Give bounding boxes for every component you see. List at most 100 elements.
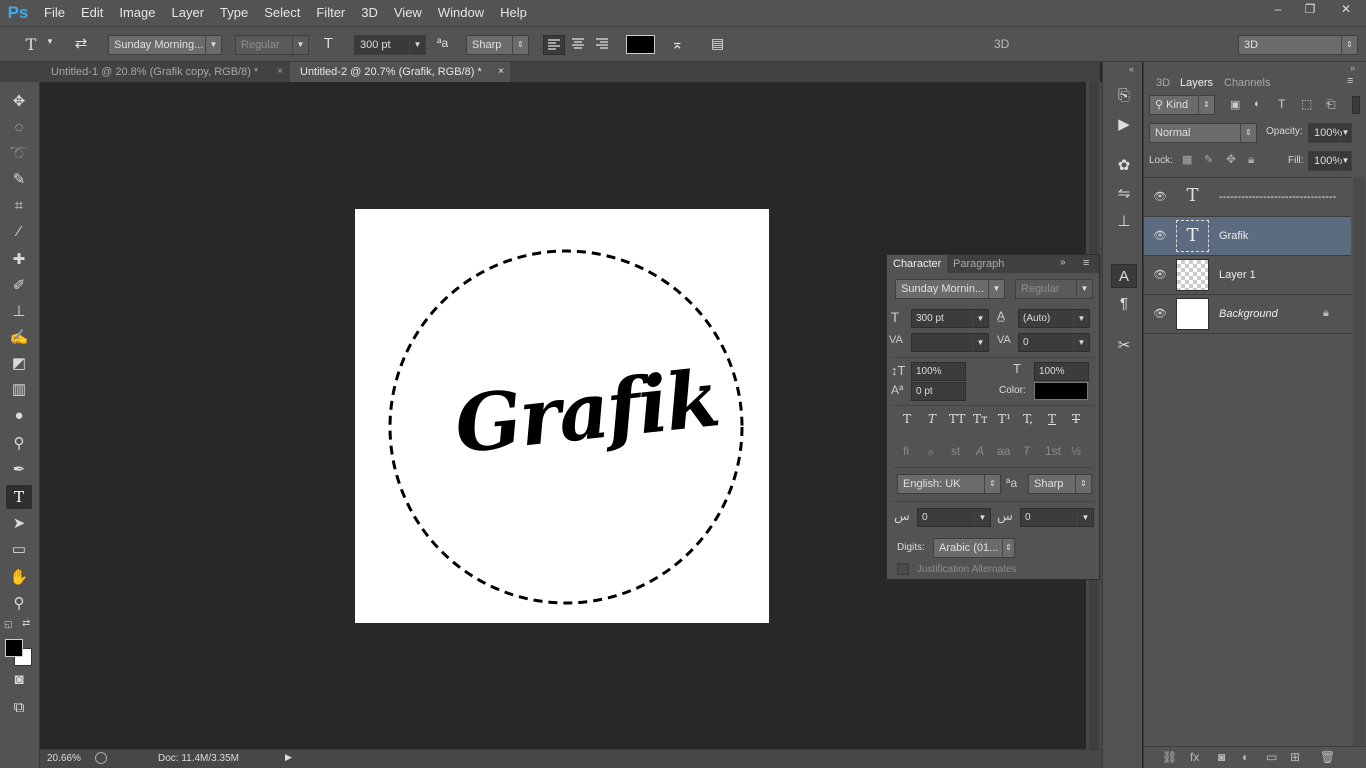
menu-help[interactable]: Help — [492, 0, 535, 26]
restore-button[interactable]: ❐ — [1294, 0, 1326, 18]
panel-collapse-icon[interactable]: » — [1060, 257, 1066, 268]
filter-adjustment-icon[interactable]: ◐ — [1254, 98, 1261, 110]
font-style-select[interactable]: Regular ▼ — [235, 35, 309, 55]
pen-tool-icon[interactable]: ✒ — [6, 458, 32, 482]
close-button[interactable]: ✕ — [1326, 0, 1366, 18]
vertical-scale-field[interactable]: 100% — [911, 362, 966, 381]
panel-collapse-icon[interactable]: » — [1350, 63, 1355, 73]
menu-edit[interactable]: Edit — [73, 0, 111, 26]
ligatures-button[interactable]: fi — [903, 444, 909, 458]
lock-position-icon[interactable]: ✥ — [1226, 152, 1236, 166]
tab-untitled-2[interactable]: Untitled-2 @ 20.7% (Grafik, RGB/8) * × — [290, 62, 510, 82]
superscript-button[interactable]: T¹ — [998, 412, 1011, 426]
tab-character[interactable]: Character — [887, 255, 948, 273]
tab-channels[interactable]: Channels — [1218, 74, 1276, 92]
clone-source-icon[interactable]: ⊥ — [1111, 210, 1137, 234]
menu-select[interactable]: Select — [256, 0, 308, 26]
tool-presets-icon[interactable]: ✂ — [1111, 334, 1137, 358]
screen-mode-icon[interactable]: ⧉ — [6, 696, 32, 720]
filter-pixel-icon[interactable]: ▣ — [1230, 98, 1240, 111]
path-selection-tool-icon[interactable]: ➤ — [6, 512, 32, 536]
titling-alternates-button[interactable]: T — [1023, 444, 1030, 458]
delete-layer-icon[interactable]: 🗑︎ — [1320, 750, 1335, 764]
tab-paragraph[interactable]: Paragraph — [947, 255, 1010, 273]
faux-italic-button[interactable]: T — [928, 412, 936, 426]
menu-filter[interactable]: Filter — [308, 0, 353, 26]
crop-tool-icon[interactable]: ⌗ — [6, 194, 32, 218]
status-info-icon[interactable] — [95, 752, 107, 764]
stylistic-alternates-button[interactable]: aa — [997, 444, 1010, 458]
brush-panel-icon[interactable]: ✿ — [1111, 154, 1137, 178]
char-color-swatch[interactable] — [1034, 382, 1088, 400]
opacity-field[interactable]: 100% ▼ — [1308, 123, 1352, 143]
layer-filter-kind-select[interactable]: ⚲ Kind ⇕ — [1149, 95, 1215, 115]
lock-all-icon[interactable]: 🔒︎ — [1248, 152, 1254, 167]
language-select[interactable]: English: UK ⇕ — [897, 474, 1001, 494]
menu-type[interactable]: Type — [212, 0, 256, 26]
layer-row[interactable]: 👁︎ Background 🔒︎ — [1144, 295, 1351, 334]
layer-row[interactable]: 👁︎ T -------------------------------- — [1144, 178, 1351, 217]
menu-file[interactable]: File — [36, 0, 73, 26]
lock-pixels-icon[interactable]: ✎ — [1204, 153, 1213, 166]
fill-field[interactable]: 100% ▼ — [1308, 151, 1352, 171]
all-caps-button[interactable]: TT — [949, 412, 965, 426]
healing-brush-tool-icon[interactable]: ✚ — [6, 248, 32, 272]
warp-text-icon[interactable]: ⌅ — [671, 35, 684, 53]
leading-field[interactable]: (Auto) ▼ — [1018, 309, 1090, 328]
align-left-button[interactable] — [543, 35, 565, 55]
new-layer-icon[interactable]: ⊞ — [1290, 750, 1300, 764]
swap-colors-icon[interactable]: ⇄ — [22, 618, 30, 629]
faux-bold-button[interactable]: T — [903, 412, 911, 426]
eye-icon[interactable]: 👁︎ — [1153, 190, 1167, 203]
small-caps-button[interactable]: Tт — [973, 412, 988, 426]
menu-layer[interactable]: Layer — [164, 0, 213, 26]
font-family-select[interactable]: Sunday Morning... ▼ — [108, 35, 222, 55]
character-panel-icon[interactable]: A — [1111, 264, 1137, 288]
rectangle-tool-icon[interactable]: ▭ — [6, 538, 32, 562]
eye-icon[interactable]: 👁︎ — [1153, 229, 1167, 242]
zoom-level[interactable]: 20.66% — [47, 753, 81, 764]
blend-mode-select[interactable]: Normal ⇕ — [1149, 123, 1257, 143]
zoom-tool-icon[interactable]: ⚲ — [6, 592, 32, 616]
justification-alternates-checkbox[interactable] — [897, 563, 909, 575]
add-mask-icon[interactable]: ◙ — [1218, 750, 1225, 764]
close-icon[interactable]: × — [498, 62, 504, 82]
paragraph-panel-icon[interactable]: ¶ — [1111, 292, 1137, 316]
eye-icon[interactable]: 👁︎ — [1153, 307, 1167, 320]
workspace-select[interactable]: 3D ⇕ — [1238, 35, 1358, 55]
menu-view[interactable]: View — [386, 0, 430, 26]
horizontal-scale-field[interactable]: 100% — [1034, 362, 1089, 381]
layers-scrollbar[interactable] — [1353, 177, 1365, 747]
eye-icon[interactable]: 👁︎ — [1153, 268, 1167, 281]
subscript-button[interactable]: T, — [1023, 412, 1033, 426]
actions-panel-icon[interactable]: ▶ — [1111, 113, 1137, 137]
character-panel-toggle-icon[interactable]: ▤ — [711, 35, 724, 52]
filter-type-icon[interactable]: T — [1278, 97, 1285, 111]
menu-image[interactable]: Image — [111, 0, 163, 26]
fractions-button[interactable]: ½ — [1071, 444, 1081, 458]
strikethrough-button[interactable]: T — [1072, 412, 1080, 426]
quick-mask-icon[interactable]: ◙ — [6, 668, 32, 692]
blur-tool-icon[interactable]: ● — [6, 404, 32, 428]
eraser-tool-icon[interactable]: ◩ — [6, 352, 32, 376]
arabic-b-field[interactable]: 0 ▼ — [1020, 508, 1094, 527]
foreground-color-swatch[interactable] — [5, 639, 23, 657]
text-color-swatch[interactable] — [626, 35, 655, 54]
char-font-size-field[interactable]: 300 pt ▼ — [911, 309, 989, 328]
brush-tool-icon[interactable]: ✐ — [6, 274, 32, 298]
align-center-button[interactable] — [568, 35, 590, 55]
digits-select[interactable]: Arabic (01... ⇕ — [933, 538, 1015, 558]
close-icon[interactable]: × — [277, 62, 283, 82]
lasso-tool-icon[interactable]: ➰ — [6, 142, 32, 166]
eyedropper-tool-icon[interactable]: ⁄ — [6, 220, 32, 244]
char-antialias-select[interactable]: Sharp ⇕ — [1028, 474, 1092, 494]
tab-3d[interactable]: 3D — [1150, 74, 1176, 92]
lock-transparency-icon[interactable]: ▦ — [1182, 153, 1192, 166]
quick-select-tool-icon[interactable]: ✎ — [6, 168, 32, 192]
char-font-style-select[interactable]: Regular ▼ — [1015, 279, 1093, 299]
layer-style-icon[interactable]: fx — [1190, 750, 1199, 764]
default-colors-icon[interactable]: ◱ — [4, 619, 13, 630]
document-canvas[interactable]: Grafik — [355, 209, 769, 623]
panel-menu-icon[interactable]: ≡ — [1083, 257, 1089, 269]
swash-button[interactable]: A — [976, 444, 984, 458]
